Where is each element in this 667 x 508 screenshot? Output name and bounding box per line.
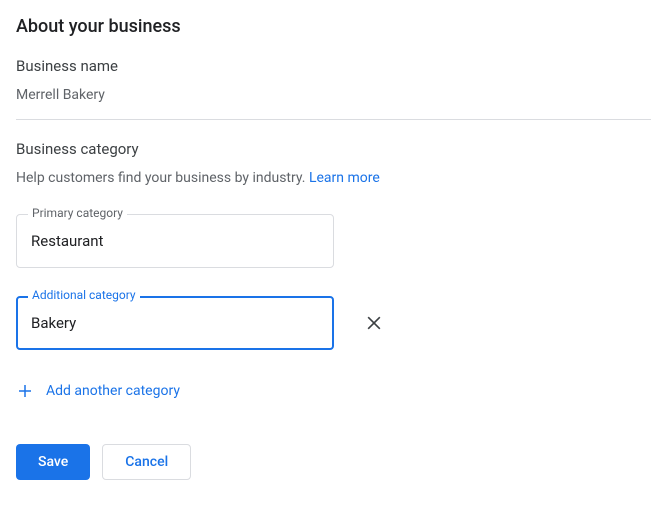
divider (16, 119, 651, 120)
additional-category-label: Additional category (28, 288, 140, 302)
add-another-label: Add another category (46, 383, 180, 399)
additional-category-field-group: Additional category (16, 296, 651, 350)
primary-category-field-group: Primary category (16, 214, 651, 268)
save-button[interactable]: Save (16, 444, 90, 480)
learn-more-link[interactable]: Learn more (309, 170, 380, 186)
primary-category-wrapper: Primary category (16, 214, 334, 268)
business-name-label: Business name (16, 57, 651, 75)
additional-category-row: Additional category (16, 296, 651, 350)
page-title: About your business (16, 16, 651, 37)
close-icon (364, 313, 384, 333)
business-category-helper: Help customers find your business by ind… (16, 170, 651, 186)
primary-category-label: Primary category (28, 206, 127, 220)
additional-category-wrapper: Additional category (16, 296, 334, 350)
button-row: Save Cancel (16, 444, 651, 480)
business-name-value: Merrell Bakery (16, 87, 651, 103)
plus-icon (16, 382, 34, 400)
helper-text-content: Help customers find your business by ind… (16, 170, 309, 186)
remove-category-button[interactable] (362, 311, 386, 335)
primary-category-input[interactable] (16, 214, 334, 268)
add-another-category-button[interactable]: Add another category (16, 378, 180, 404)
business-category-label: Business category (16, 140, 651, 158)
additional-category-input[interactable] (16, 296, 334, 350)
cancel-button[interactable]: Cancel (102, 444, 191, 480)
